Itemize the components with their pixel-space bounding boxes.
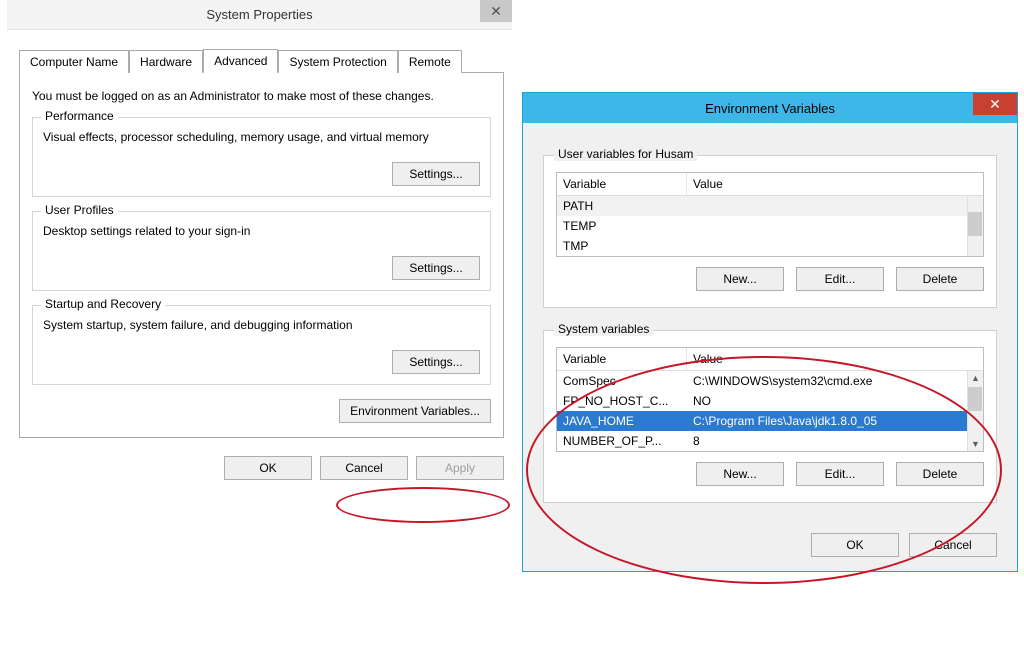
startup-recovery-settings-button[interactable]: Settings...: [392, 350, 480, 374]
scrollbar-thumb[interactable]: [968, 212, 982, 236]
admin-note: You must be logged on as an Administrato…: [32, 89, 491, 103]
cancel-button[interactable]: Cancel: [320, 456, 408, 480]
table-row[interactable]: NUMBER_OF_P... 8: [557, 431, 967, 451]
performance-desc: Visual effects, processor scheduling, me…: [43, 130, 480, 144]
apply-button[interactable]: Apply: [416, 456, 504, 480]
system-properties-dialog: System Properties ✕ Computer Name Hardwa…: [7, 0, 512, 480]
user-variables-title: User variables for Husam: [554, 147, 697, 161]
var-value: 8: [687, 433, 967, 449]
environment-variables-titlebar[interactable]: Environment Variables ✕: [523, 93, 1017, 123]
new-button[interactable]: New...: [696, 267, 784, 291]
advanced-tab-panel: You must be logged on as an Administrato…: [19, 73, 504, 438]
cancel-button[interactable]: Cancel: [909, 533, 997, 557]
system-properties-title: System Properties: [206, 7, 312, 22]
scrollbar[interactable]: [967, 196, 983, 256]
var-name: ComSpec: [557, 373, 687, 389]
environment-variables-body: User variables for Husam Variable Value …: [523, 123, 1017, 521]
var-name: TMP: [557, 238, 687, 254]
performance-group: Performance Visual effects, processor sc…: [32, 117, 491, 197]
close-icon[interactable]: ✕: [973, 93, 1017, 115]
tab-computer-name[interactable]: Computer Name: [19, 50, 129, 73]
environment-variables-ok-row: OK Cancel: [523, 521, 1017, 571]
tab-system-protection[interactable]: System Protection: [278, 50, 397, 73]
var-name: TEMP: [557, 218, 687, 234]
system-variables-table[interactable]: Variable Value ComSpec C:\WINDOWS\system…: [556, 347, 984, 452]
system-properties-buttons: OK Cancel Apply: [19, 456, 504, 480]
table-row[interactable]: JAVA_HOME C:\Program Files\Java\jdk1.8.0…: [557, 411, 967, 431]
user-variables-group: User variables for Husam Variable Value …: [543, 155, 997, 308]
delete-button[interactable]: Delete: [896, 267, 984, 291]
close-icon[interactable]: ✕: [480, 0, 512, 22]
var-name: NUMBER_OF_P...: [557, 433, 687, 449]
annotation-oval: [336, 487, 510, 523]
tab-strip: Computer Name Hardware Advanced System P…: [19, 48, 504, 73]
tab-hardware[interactable]: Hardware: [129, 50, 203, 73]
ok-button[interactable]: OK: [811, 533, 899, 557]
performance-settings-button[interactable]: Settings...: [392, 162, 480, 186]
column-value[interactable]: Value: [687, 173, 983, 195]
scrollbar-thumb[interactable]: [968, 387, 982, 411]
chevron-down-icon[interactable]: ▼: [971, 437, 980, 451]
var-name: FP_NO_HOST_C...: [557, 393, 687, 409]
environment-variables-button[interactable]: Environment Variables...: [339, 399, 491, 423]
performance-title: Performance: [41, 109, 118, 123]
environment-variables-dialog: Environment Variables ✕ User variables f…: [522, 92, 1018, 572]
user-profiles-desc: Desktop settings related to your sign-in: [43, 224, 480, 238]
table-row[interactable]: TMP: [557, 236, 967, 256]
delete-button[interactable]: Delete: [896, 462, 984, 486]
system-properties-titlebar[interactable]: System Properties ✕: [7, 0, 512, 30]
tab-remote[interactable]: Remote: [398, 50, 462, 73]
var-value: C:\WINDOWS\system32\cmd.exe: [687, 373, 967, 389]
user-variables-table[interactable]: Variable Value PATH TEMP TMP: [556, 172, 984, 257]
system-variables-title: System variables: [554, 322, 653, 336]
var-value: [687, 238, 967, 254]
var-name: JAVA_HOME: [557, 413, 687, 429]
column-variable[interactable]: Variable: [557, 348, 687, 370]
ok-button[interactable]: OK: [224, 456, 312, 480]
var-value: NO: [687, 393, 967, 409]
environment-variables-title: Environment Variables: [705, 101, 835, 116]
new-button[interactable]: New...: [696, 462, 784, 486]
table-row[interactable]: ComSpec C:\WINDOWS\system32\cmd.exe: [557, 371, 967, 391]
system-variables-group: System variables Variable Value ComSpec …: [543, 330, 997, 503]
startup-recovery-title: Startup and Recovery: [41, 297, 165, 311]
var-name: PATH: [557, 198, 687, 214]
scrollbar[interactable]: ▲ ▼: [967, 371, 983, 451]
column-variable[interactable]: Variable: [557, 173, 687, 195]
startup-recovery-group: Startup and Recovery System startup, sys…: [32, 305, 491, 385]
edit-button[interactable]: Edit...: [796, 267, 884, 291]
column-value[interactable]: Value: [687, 348, 983, 370]
chevron-up-icon[interactable]: ▲: [971, 371, 980, 385]
user-variables-buttons: New... Edit... Delete: [556, 267, 984, 291]
system-variables-header: Variable Value: [557, 348, 983, 371]
table-row[interactable]: FP_NO_HOST_C... NO: [557, 391, 967, 411]
user-profiles-group: User Profiles Desktop settings related t…: [32, 211, 491, 291]
user-profiles-title: User Profiles: [41, 203, 118, 217]
table-row[interactable]: TEMP: [557, 216, 967, 236]
var-value: [687, 218, 967, 234]
var-value: C:\Program Files\Java\jdk1.8.0_05: [687, 413, 967, 429]
edit-button[interactable]: Edit...: [796, 462, 884, 486]
user-profiles-settings-button[interactable]: Settings...: [392, 256, 480, 280]
var-value: [687, 198, 967, 214]
user-variables-header: Variable Value: [557, 173, 983, 196]
tab-advanced[interactable]: Advanced: [203, 49, 278, 73]
startup-recovery-desc: System startup, system failure, and debu…: [43, 318, 480, 332]
system-variables-buttons: New... Edit... Delete: [556, 462, 984, 486]
table-row[interactable]: PATH: [557, 196, 967, 216]
